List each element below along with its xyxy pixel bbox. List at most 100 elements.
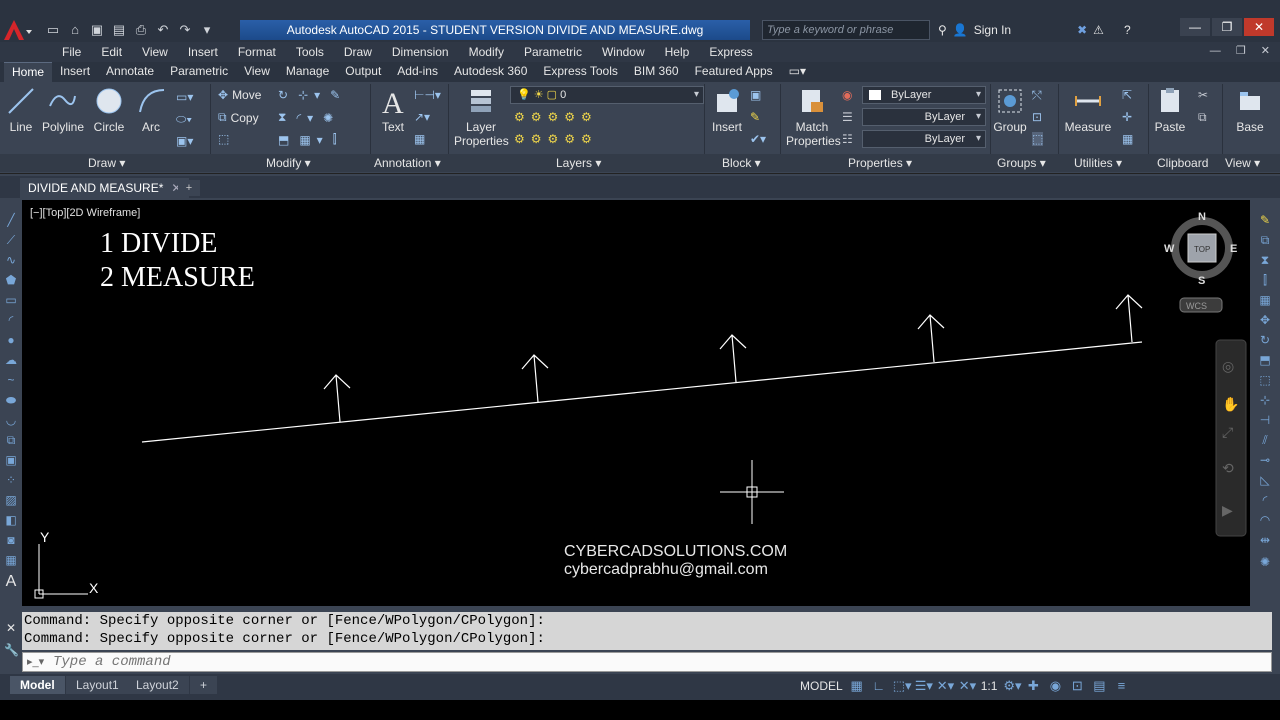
rectangle-tool[interactable]: ▭▾ bbox=[176, 90, 193, 104]
command-close-icon[interactable]: ✕ bbox=[4, 622, 18, 634]
layer-tools-row2[interactable]: ⚙⚙⚙⚙⚙ bbox=[514, 132, 598, 146]
tab-view[interactable]: View bbox=[236, 62, 278, 82]
chamfer-tool-icon[interactable]: ◺ bbox=[1258, 474, 1272, 486]
arc-tool-icon[interactable]: ◜ bbox=[4, 314, 18, 326]
tab-parametric[interactable]: Parametric bbox=[162, 62, 236, 82]
fillet-icon[interactable]: ◜▾ bbox=[296, 111, 319, 125]
panel-title-layers[interactable]: Layers ▾ bbox=[556, 156, 601, 170]
copy-tool-icon[interactable]: ⧉ bbox=[1258, 234, 1272, 246]
stretch-button[interactable]: ⬚ bbox=[218, 132, 229, 146]
grid-icon[interactable]: ▦ bbox=[849, 678, 865, 694]
model-space-toggle[interactable]: MODEL bbox=[800, 679, 843, 693]
menu-draw[interactable]: Draw bbox=[334, 45, 382, 59]
leader-tool[interactable]: ↗▾ bbox=[414, 110, 430, 124]
modify-tools-row3[interactable]: ⬒ ▦▾ ⫿ bbox=[278, 132, 343, 147]
tab-add-ins[interactable]: Add-ins bbox=[389, 62, 446, 82]
ribbon-minimize-icon[interactable]: ▭▾ bbox=[781, 62, 814, 82]
tab-autodesk-360[interactable]: Autodesk 360 bbox=[446, 62, 535, 82]
lineweight-tool[interactable]: ☰ bbox=[842, 110, 853, 124]
qat-dropdown-icon[interactable]: ▾ bbox=[198, 21, 216, 39]
tab-output[interactable]: Output bbox=[337, 62, 389, 82]
menu-express[interactable]: Express bbox=[699, 45, 762, 59]
annotation-scale[interactable]: 1:1 bbox=[981, 679, 998, 693]
mirror-tool-icon[interactable]: ⧗ bbox=[1258, 254, 1272, 266]
id-point-icon[interactable]: ✛ bbox=[1122, 110, 1132, 124]
offset-tool-icon[interactable]: ⫿ bbox=[1258, 274, 1272, 286]
create-block-icon[interactable]: ▣ bbox=[750, 88, 761, 102]
polyline-button[interactable]: Polyline bbox=[42, 86, 84, 134]
explode-icon[interactable]: ✺ bbox=[323, 111, 339, 125]
lineweight-dropdown[interactable]: ByLayer bbox=[862, 108, 986, 126]
polygon-tool-icon[interactable]: ⬟ bbox=[4, 274, 18, 286]
region-tool-icon[interactable]: ◙ bbox=[4, 534, 18, 546]
layer-tools-row1[interactable]: ⚙⚙⚙⚙⚙ bbox=[514, 110, 598, 124]
sign-in[interactable]: ⚲ 👤 Sign In ✖ ⚠ ? bbox=[938, 20, 1131, 40]
command-prompt-icon[interactable]: ▸_▾ bbox=[27, 655, 44, 668]
binoculars-icon[interactable]: ⚲ bbox=[938, 23, 947, 37]
table-tool-icon[interactable]: ▦ bbox=[4, 554, 18, 566]
point-tool-icon[interactable]: ⁘ bbox=[4, 474, 18, 486]
ungroup-tool[interactable]: ⤲ bbox=[1032, 88, 1042, 103]
panel-title-view[interactable]: View ▾ bbox=[1225, 156, 1260, 170]
trim-icon[interactable]: ⊹▾ bbox=[298, 88, 326, 102]
rotate-tool-icon[interactable]: ↻ bbox=[1258, 334, 1272, 346]
panel-title-utilities[interactable]: Utilities ▾ bbox=[1074, 156, 1122, 170]
insert-button[interactable]: Insert bbox=[708, 86, 746, 134]
copy-button[interactable]: ⧉ Copy bbox=[218, 110, 259, 125]
menu-help[interactable]: Help bbox=[655, 45, 700, 59]
break-tool-icon[interactable]: ⫽ bbox=[1258, 434, 1272, 446]
tab-layout2[interactable]: Layout2 bbox=[126, 676, 189, 694]
snap-icon[interactable]: ∟ bbox=[871, 678, 887, 694]
cut-icon[interactable]: ✂ bbox=[1198, 88, 1208, 102]
arrow-marker[interactable] bbox=[1115, 294, 1143, 343]
edit-block-tool[interactable]: ✎ bbox=[750, 110, 760, 124]
match-properties-button[interactable]: Match Properties bbox=[786, 86, 841, 148]
arrow-marker[interactable] bbox=[521, 354, 549, 403]
quick-select-tool[interactable]: ⇱ bbox=[1122, 88, 1132, 102]
undo-icon[interactable]: ↶ bbox=[154, 21, 172, 39]
move-tool-icon[interactable]: ✥ bbox=[1258, 314, 1272, 326]
calculator-tool[interactable]: ▦ bbox=[1122, 132, 1133, 146]
paste-button[interactable]: Paste bbox=[1152, 86, 1188, 134]
calculator-icon[interactable]: ▦ bbox=[1122, 132, 1133, 146]
new-icon[interactable]: ▭ bbox=[44, 21, 62, 39]
spline-tool-icon[interactable]: ~ bbox=[4, 374, 18, 386]
tab-featured-apps[interactable]: Featured Apps bbox=[687, 62, 781, 82]
circle-button[interactable]: Circle bbox=[92, 86, 126, 134]
make-block-tool-icon[interactable]: ▣ bbox=[4, 454, 18, 466]
steering-wheel-icon[interactable]: ◎ bbox=[1222, 358, 1234, 375]
attribute-icon[interactable]: ✔▾ bbox=[750, 132, 766, 146]
copy-clip-tool[interactable]: ⧉ bbox=[1198, 110, 1207, 125]
table-tool[interactable]: ▦ bbox=[414, 132, 425, 146]
compass-west[interactable]: W bbox=[1164, 243, 1175, 255]
tab-express-tools[interactable]: Express Tools bbox=[535, 62, 625, 82]
quick-select-icon[interactable]: ⇱ bbox=[1122, 88, 1132, 102]
compass-north[interactable]: N bbox=[1198, 211, 1206, 223]
menu-modify[interactable]: Modify bbox=[459, 45, 514, 59]
mtext-tool-icon[interactable]: A bbox=[4, 574, 18, 590]
group-edit-tool[interactable]: ⊡ bbox=[1032, 110, 1042, 124]
polar-icon[interactable]: ✕▾ bbox=[937, 678, 954, 694]
linetype-tool[interactable]: ☷ bbox=[842, 132, 853, 146]
close-button[interactable]: ✕ bbox=[1244, 18, 1274, 36]
id-point-tool[interactable]: ✛ bbox=[1122, 110, 1132, 124]
customize-icon[interactable]: ≡ bbox=[1113, 678, 1129, 694]
save-icon[interactable]: ▣ bbox=[88, 21, 106, 39]
panel-title-block[interactable]: Block ▾ bbox=[722, 156, 761, 170]
orbit-icon[interactable]: ⟲ bbox=[1222, 460, 1234, 477]
isolate-icon[interactable]: ◉ bbox=[1047, 678, 1063, 694]
erase-tool-icon[interactable]: ✎ bbox=[1258, 214, 1272, 226]
rotate-icon[interactable]: ↻ bbox=[278, 88, 294, 102]
hardware-icon[interactable]: ⊡ bbox=[1069, 678, 1085, 694]
wcs-label[interactable]: WCS bbox=[1186, 301, 1207, 311]
linetype-dropdown[interactable]: ByLayer bbox=[862, 130, 986, 148]
restore-button[interactable]: ❐ bbox=[1212, 18, 1242, 36]
group-edit-icon[interactable]: ⊡ bbox=[1032, 110, 1042, 124]
extend-tool-icon[interactable]: ⊣ bbox=[1258, 414, 1272, 426]
a360-icon[interactable]: ⚠ bbox=[1093, 23, 1104, 37]
panel-title-annotation[interactable]: Annotation ▾ bbox=[374, 156, 441, 170]
hatch-tool[interactable]: ⬭▾ bbox=[176, 112, 192, 127]
menu-insert[interactable]: Insert bbox=[178, 45, 228, 59]
explode-tool-icon[interactable]: ✺ bbox=[1258, 556, 1272, 568]
layer-properties-button[interactable]: Layer Properties bbox=[454, 86, 509, 148]
